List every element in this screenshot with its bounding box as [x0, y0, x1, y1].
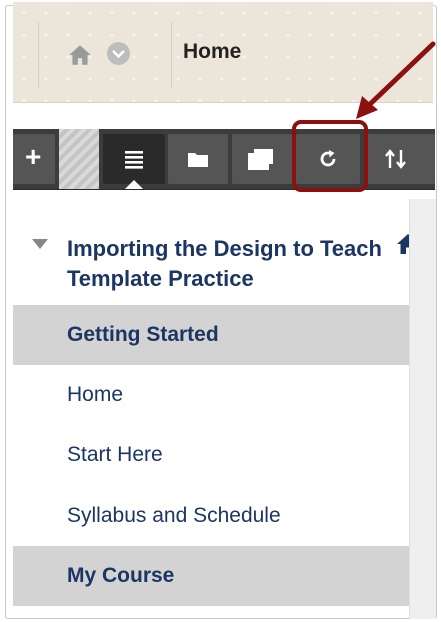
menu-scrollbar[interactable]: [409, 199, 436, 619]
course-menu: Importing the Design to Teach Template P…: [13, 199, 435, 619]
add-menu-item-button[interactable]: +: [13, 134, 55, 184]
home-icon[interactable]: [67, 42, 93, 68]
course-menu-view-button[interactable]: [103, 134, 165, 184]
folder-icon: [188, 153, 208, 167]
list-icon: [125, 151, 143, 169]
active-view-caret: [125, 180, 143, 189]
chevron-down-icon[interactable]: [107, 42, 130, 65]
menu-item-syllabus-and-schedule[interactable]: Syllabus and Schedule: [13, 486, 422, 546]
reorder-button[interactable]: [364, 134, 435, 184]
menu-header-my-course[interactable]: My Course: [13, 546, 422, 606]
breadcrumb-home-cell[interactable]: [38, 22, 172, 88]
menu-item-home[interactable]: Home: [13, 365, 422, 425]
sort-arrows-icon: [385, 149, 406, 169]
course-title[interactable]: Importing the Design to Teach Template P…: [67, 234, 397, 294]
new-window-button[interactable]: [232, 134, 292, 184]
course-menu-toolbar: +: [13, 129, 435, 190]
menu-item-start-here[interactable]: Start Here: [13, 425, 422, 485]
refresh-highlight-box: [292, 120, 368, 192]
breadcrumb: Home: [13, 2, 433, 103]
breadcrumb-home-label[interactable]: Home: [183, 40, 241, 64]
menu-header-getting-started[interactable]: Getting Started: [13, 305, 422, 365]
collapse-triangle-icon[interactable]: [32, 239, 48, 249]
plus-icon: +: [25, 141, 42, 172]
toolbar-divider: [59, 129, 99, 189]
window-icon: [248, 149, 273, 170]
folder-view-button[interactable]: [168, 134, 228, 184]
